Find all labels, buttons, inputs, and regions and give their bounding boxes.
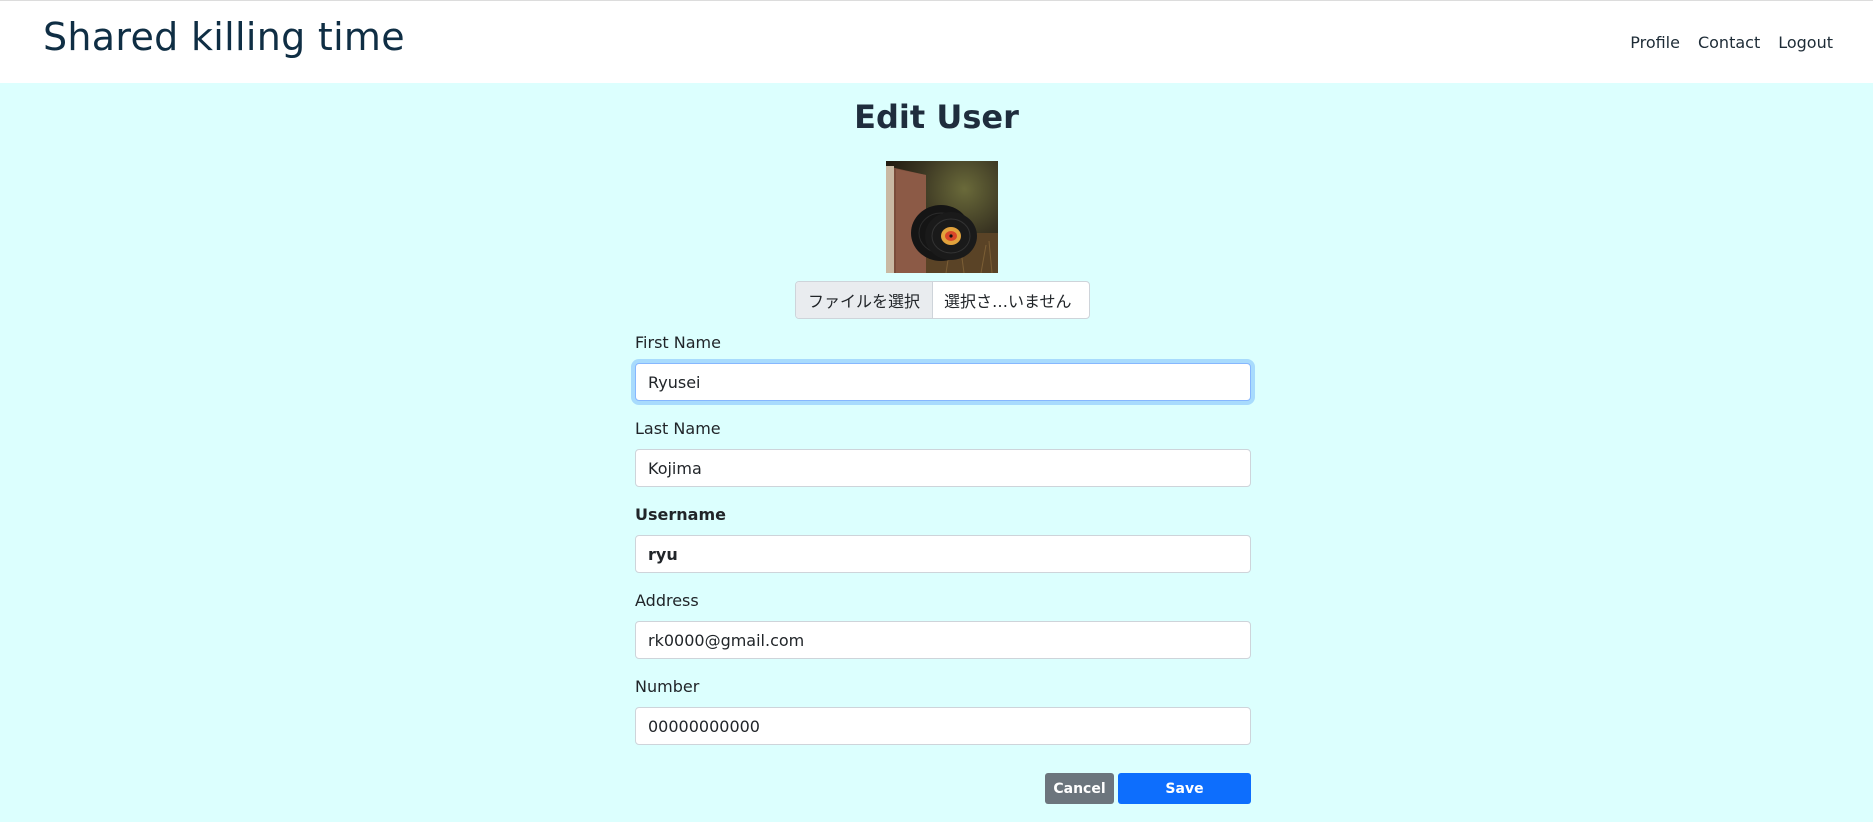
brand-title[interactable]: Shared killing time <box>43 15 405 59</box>
nav-link-profile[interactable]: Profile <box>1630 33 1680 52</box>
last-name-field: Last Name <box>635 419 1251 487</box>
choose-file-button[interactable]: ファイルを選択 <box>796 282 933 318</box>
username-label: Username <box>635 505 726 524</box>
address-label: Address <box>635 591 699 610</box>
first-name-field: First Name <box>635 333 1251 401</box>
number-field: Number <box>635 677 1251 745</box>
avatar-image <box>886 161 998 273</box>
last-name-input[interactable] <box>635 449 1251 487</box>
username-field: Username <box>635 505 1251 573</box>
nav-links: Profile Contact Logout <box>1630 33 1833 52</box>
nav-link-logout[interactable]: Logout <box>1778 33 1833 52</box>
address-input[interactable] <box>635 621 1251 659</box>
last-name-label: Last Name <box>635 419 721 438</box>
file-input[interactable]: ファイルを選択 選択さ…いません <box>795 281 1090 319</box>
address-field: Address <box>635 591 1251 659</box>
avatar <box>886 161 998 273</box>
number-label: Number <box>635 677 700 696</box>
number-input[interactable] <box>635 707 1251 745</box>
first-name-label: First Name <box>635 333 721 352</box>
nav-link-contact[interactable]: Contact <box>1698 33 1760 52</box>
page-title: Edit User <box>854 98 1019 136</box>
save-button[interactable]: Save <box>1118 773 1251 804</box>
first-name-input[interactable] <box>635 363 1251 401</box>
cancel-button[interactable]: Cancel <box>1045 773 1114 804</box>
edit-user-section: Edit User ファイルを選択 選択さ…いません First Name Ry… <box>0 83 1873 822</box>
file-status-text: 選択さ…いません <box>944 292 1072 311</box>
navbar: Shared killing time Profile Contact Logo… <box>0 1 1873 83</box>
username-input[interactable] <box>635 535 1251 573</box>
